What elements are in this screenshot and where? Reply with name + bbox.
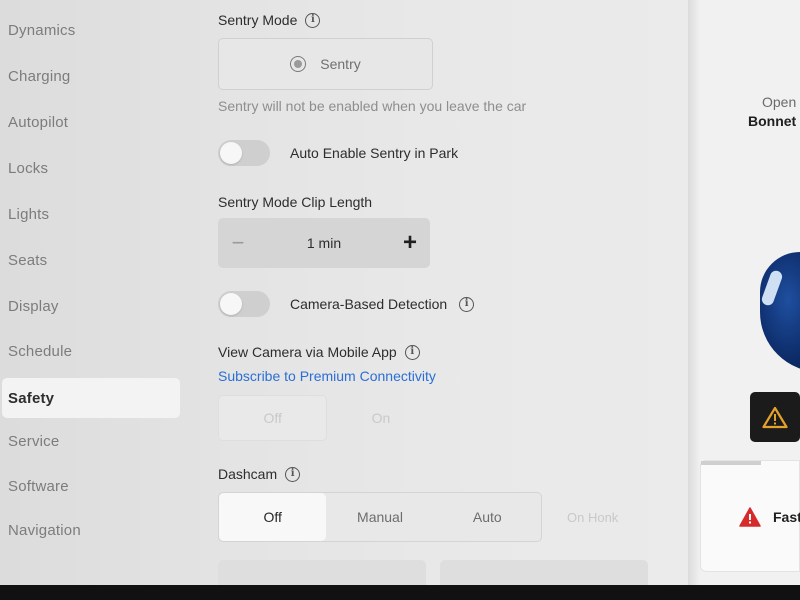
sentry-mode-label: Sentry Mode	[218, 12, 298, 28]
format-usb-button[interactable]	[440, 560, 648, 585]
alert-icon	[739, 507, 761, 527]
open-bonnet-action[interactable]: Open	[762, 94, 796, 110]
sidebar-item-safety[interactable]: Safety	[2, 378, 180, 418]
sentry-mode-title: Sentry Mode i	[218, 12, 321, 28]
clip-length-value: 1 min	[306, 235, 342, 251]
dashcam-auto-option[interactable]: Auto	[434, 493, 541, 541]
dashcam-label: Dashcam	[218, 466, 278, 482]
alert-label: Fast	[773, 509, 800, 525]
sidebar-item-navigation[interactable]: Navigation	[6, 510, 180, 550]
sidebar-item-software[interactable]: Software	[6, 466, 180, 506]
sidebar-item-service[interactable]: Service	[6, 421, 180, 461]
car-image	[760, 252, 800, 372]
alert-card-handle	[701, 461, 761, 465]
sidebar-item-dynamics[interactable]: Dynamics	[6, 10, 180, 50]
camera-detection-label: Camera-Based Detection	[290, 296, 448, 312]
alert-row: Fast	[739, 507, 800, 527]
bonnet-label[interactable]: Bonnet	[748, 113, 796, 129]
auto-enable-sentry-toggle[interactable]	[218, 140, 270, 166]
info-icon[interactable]: i	[459, 296, 475, 312]
dashcam-manual-option[interactable]: Manual	[326, 493, 433, 541]
dashcam-segmented-control: Off Manual Auto	[218, 492, 542, 542]
camera-detection-toggle[interactable]	[218, 291, 270, 317]
dashcam-off-option[interactable]: Off	[219, 493, 327, 541]
alert-card[interactable]: Fast	[700, 460, 800, 572]
sidebar-item-display[interactable]: Display	[6, 286, 180, 326]
camera-detection-row: Camera-Based Detection i	[218, 291, 475, 317]
delete-clips-button[interactable]	[218, 560, 426, 585]
mobile-camera-segmented-control: Off On	[218, 395, 542, 441]
vehicle-panel: Open Bonnet Fast	[700, 0, 800, 585]
info-icon[interactable]: i	[285, 466, 301, 482]
sidebar-item-seats[interactable]: Seats	[6, 240, 180, 280]
sidebar-item-schedule[interactable]: Schedule	[6, 331, 180, 371]
mobile-camera-on-option: On	[371, 410, 391, 426]
clip-length-stepper: − 1 min +	[218, 218, 430, 268]
sidebar-item-autopilot[interactable]: Autopilot	[6, 102, 180, 142]
safety-settings-panel: Sentry Mode i Sentry Sentry will not be …	[200, 0, 690, 585]
sidebar-item-charging[interactable]: Charging	[6, 56, 180, 96]
mobile-camera-label: View Camera via Mobile App	[218, 344, 397, 360]
increase-button[interactable]: +	[400, 229, 420, 257]
panel-divider	[688, 0, 700, 585]
auto-enable-sentry-row: Auto Enable Sentry in Park	[218, 140, 458, 166]
dashcam-title: Dashcam i	[218, 466, 301, 482]
clip-length-label: Sentry Mode Clip Length	[218, 194, 373, 210]
mobile-camera-title: View Camera via Mobile App i	[218, 344, 420, 360]
mobile-camera-off-option: Off	[218, 395, 328, 441]
sentry-radio-icon	[290, 56, 307, 72]
warning-icon	[762, 406, 788, 428]
sentry-hint-text: Sentry will not be enabled when you leav…	[218, 98, 527, 114]
auto-enable-sentry-label: Auto Enable Sentry in Park	[290, 145, 459, 161]
info-icon[interactable]: i	[404, 344, 420, 360]
settings-screen: Dynamics Charging Autopilot Locks Lights…	[0, 0, 800, 585]
premium-connectivity-link[interactable]: Subscribe to Premium Connectivity	[218, 368, 436, 384]
info-icon[interactable]: i	[305, 12, 321, 28]
sentry-button-label: Sentry	[320, 56, 361, 72]
dashcam-on-honk-option: On Honk	[567, 510, 619, 525]
sidebar-item-locks[interactable]: Locks	[6, 148, 180, 188]
warning-button[interactable]	[750, 392, 800, 442]
mobile-camera-empty-slot	[435, 395, 542, 441]
clip-length-title: Sentry Mode Clip Length	[218, 194, 372, 210]
settings-sidebar: Dynamics Charging Autopilot Locks Lights…	[0, 0, 195, 585]
screen-bezel	[0, 585, 800, 600]
sentry-button[interactable]: Sentry	[218, 38, 433, 90]
decrease-button[interactable]: −	[228, 230, 248, 256]
sidebar-item-lights[interactable]: Lights	[6, 194, 180, 234]
